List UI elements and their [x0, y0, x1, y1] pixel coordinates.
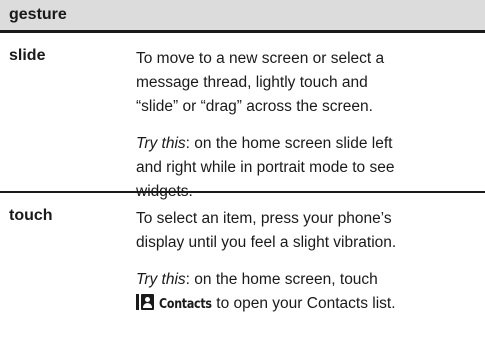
contacts-icon	[136, 294, 154, 310]
tip-label: Try this	[136, 271, 186, 288]
tip-line: : on the home screen slide left	[185, 135, 393, 152]
table-row-slide: slide To move to a new screen or select …	[0, 33, 485, 200]
tip-line: to open your Contacts list.	[211, 295, 396, 312]
contacts-app-name: Contacts	[159, 297, 212, 312]
gesture-description-slide: To move to a new screen or select a mess…	[126, 33, 485, 200]
tip-label: Try this	[136, 135, 186, 152]
gesture-description-touch: To select an item, press your phone’s di…	[126, 193, 485, 345]
description-paragraph: To move to a new screen or select a mess…	[136, 47, 477, 119]
description-line: message thread, lightly touch and	[136, 74, 368, 91]
description-line: display until you feel a slight vibratio…	[136, 234, 397, 251]
description-line: To select an item, press your phone’s	[136, 210, 392, 227]
header-gesture-label: gesture	[9, 6, 67, 23]
table-row-touch: touch To select an item, press your phon…	[0, 193, 485, 345]
tip-line: and right while in portrait mode to see	[136, 159, 395, 176]
description-paragraph: To select an item, press your phone’s di…	[136, 207, 477, 255]
gesture-name-slide: slide	[9, 47, 46, 64]
tip-line: : on the home screen, touch	[185, 271, 378, 288]
table-header: gesture	[0, 0, 485, 33]
description-line: To move to a new screen or select a	[136, 50, 385, 67]
gesture-name-touch: touch	[9, 207, 53, 224]
tip-paragraph: Try this: on the home screen, touch Cont…	[136, 268, 477, 317]
gesture-table: gesture slide To move to a new screen or…	[0, 0, 485, 345]
description-line: “slide” or “drag” across the screen.	[136, 98, 373, 115]
